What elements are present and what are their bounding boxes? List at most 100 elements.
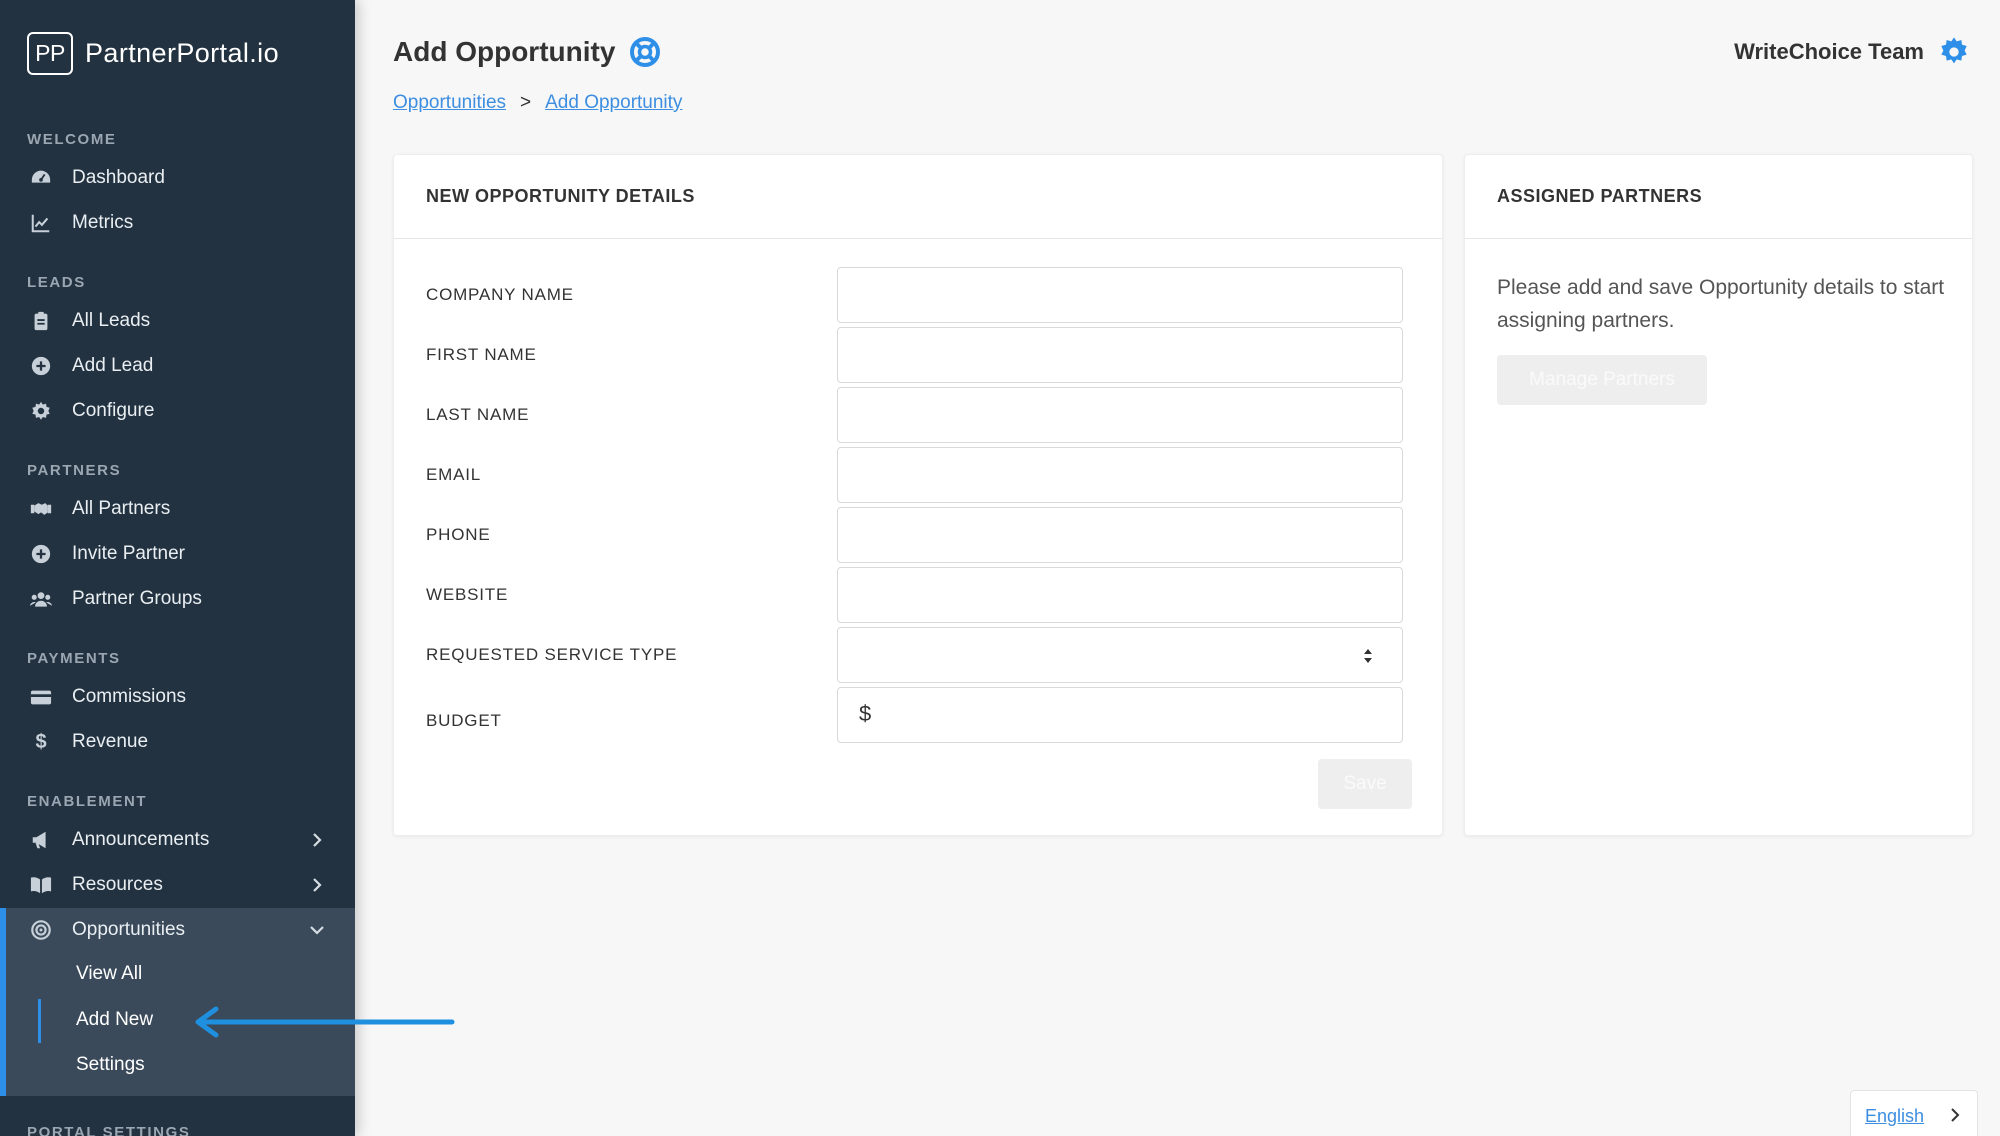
sidebar-item-add-lead[interactable]: Add Lead <box>0 344 355 388</box>
company-name-label: COMPANY NAME <box>426 285 574 304</box>
phone-input[interactable] <box>837 507 1403 563</box>
sidebar-item-label: All Partners <box>72 498 171 519</box>
sidebar-item-all-leads[interactable]: All Leads <box>0 299 355 343</box>
sidebar-item-partner-groups[interactable]: Partner Groups <box>0 577 355 621</box>
chevron-right-icon <box>1947 1107 1963 1123</box>
sidebar-item-label: Opportunities <box>72 919 186 940</box>
budget-row: BUDGET $ <box>426 687 1416 743</box>
phone-label: PHONE <box>426 525 491 544</box>
email-label: EMAIL <box>426 465 482 484</box>
section-label-leads: LEADS <box>27 274 86 291</box>
first-name-row: FIRST NAME <box>426 327 1416 383</box>
plus-circle-icon <box>30 355 52 377</box>
clipboard-icon <box>30 310 52 332</box>
card-title: NEW OPPORTUNITY DETAILS <box>394 155 1442 239</box>
handshake-icon <box>30 498 52 520</box>
sidebar-item-label: All Leads <box>72 310 151 331</box>
settings-gear-icon[interactable] <box>1938 36 1970 68</box>
gear-icon <box>30 400 52 422</box>
company-name-input[interactable] <box>837 267 1403 323</box>
sidebar-item-resources[interactable]: Resources <box>0 863 355 907</box>
website-row: WEBSITE <box>426 567 1416 623</box>
credit-card-icon <box>30 686 52 708</box>
sidebar-item-label: Revenue <box>72 731 149 752</box>
page-title: Add Opportunity <box>393 36 661 68</box>
sidebar-item-metrics[interactable]: Metrics <box>0 201 355 245</box>
assigned-partners-card: ASSIGNED PARTNERS Please add and save Op… <box>1464 154 1973 836</box>
sidebar-item-label: Commissions <box>72 686 187 707</box>
last-name-input[interactable] <box>837 387 1403 443</box>
language-link[interactable]: English <box>1865 1106 1924 1127</box>
breadcrumb-opportunities-link[interactable]: Opportunities <box>393 92 506 114</box>
sidebar-subitem-view-all[interactable]: View All <box>76 963 142 985</box>
chevron-right-icon <box>307 830 327 850</box>
section-label-enablement: ENABLEMENT <box>27 793 148 810</box>
section-label-payments: PAYMENTS <box>27 650 121 667</box>
annotation-arrow <box>195 1006 455 1038</box>
team-name: WriteChoice Team <box>1734 39 1924 64</box>
language-selector[interactable]: English <box>1850 1090 1978 1136</box>
company-name-row: COMPANY NAME <box>426 267 1416 323</box>
sidebar-item-dashboard[interactable]: Dashboard <box>0 156 355 200</box>
sidebar-item-label: Configure <box>72 400 155 421</box>
section-label-partners: PARTNERS <box>27 462 122 479</box>
sidebar-item-opportunities[interactable]: Opportunities <box>0 908 355 952</box>
sidebar-subitem-settings[interactable]: Settings <box>76 1054 145 1076</box>
sidebar-subitem-add-new[interactable]: Add New <box>76 1009 153 1031</box>
brand[interactable]: PP PartnerPortal.io <box>27 32 279 75</box>
dollar-icon: $ <box>35 730 47 753</box>
assigned-partners-message: Please add and save Opportunity details … <box>1497 276 1945 332</box>
team-menu[interactable]: WriteChoice Team <box>1734 36 1970 68</box>
plus-circle-icon <box>30 543 52 565</box>
email-input[interactable] <box>837 447 1403 503</box>
website-input[interactable] <box>837 567 1403 623</box>
sidebar-item-revenue[interactable]: $ Revenue <box>0 720 355 764</box>
budget-field: $ <box>837 687 1403 743</box>
budget-label: BUDGET <box>426 711 502 730</box>
sidebar-item-invite-partner[interactable]: Invite Partner <box>0 532 355 576</box>
sidebar-item-announcements[interactable]: Announcements <box>0 818 355 862</box>
dashboard-gauge-icon <box>30 167 52 189</box>
phone-row: PHONE <box>426 507 1416 563</box>
section-label-portal-settings: PORTAL SETTINGS <box>27 1124 191 1136</box>
service-type-select[interactable] <box>837 627 1403 683</box>
website-label: WEBSITE <box>426 585 509 604</box>
last-name-label: LAST NAME <box>426 405 530 424</box>
sidebar-item-all-partners[interactable]: All Partners <box>0 487 355 531</box>
section-label-welcome: WELCOME <box>27 131 117 148</box>
sidebar-item-label: Invite Partner <box>72 543 185 564</box>
last-name-row: LAST NAME <box>426 387 1416 443</box>
chevron-right-icon <box>307 875 327 895</box>
users-icon <box>30 588 52 610</box>
sidebar-item-commissions[interactable]: Commissions <box>0 675 355 719</box>
sidebar-item-label: Resources <box>72 874 163 895</box>
sidebar-item-label: Dashboard <box>72 167 165 188</box>
service-type-row: REQUESTED SERVICE TYPE <box>426 627 1416 683</box>
sidebar-item-configure[interactable]: Configure <box>0 389 355 433</box>
line-chart-icon <box>30 212 52 234</box>
brand-name: PartnerPortal.io <box>85 38 279 68</box>
service-type-label: REQUESTED SERVICE TYPE <box>426 645 678 664</box>
first-name-input[interactable] <box>837 327 1403 383</box>
chevron-down-icon <box>307 920 327 940</box>
select-sort-icon <box>1362 646 1374 666</box>
card-title: ASSIGNED PARTNERS <box>1465 155 1972 239</box>
breadcrumb-add-opportunity-link[interactable]: Add Opportunity <box>545 92 682 114</box>
brand-logo: PP <box>27 32 73 75</box>
sidebar-item-label: Add Lead <box>72 355 154 376</box>
breadcrumb-separator: > <box>520 92 532 113</box>
manage-partners-button[interactable]: Manage Partners <box>1497 355 1707 405</box>
currency-symbol: $ <box>859 701 872 726</box>
book-icon <box>30 874 52 896</box>
new-opportunity-card: NEW OPPORTUNITY DETAILS COMPANY NAME FIR… <box>393 154 1443 836</box>
first-name-label: FIRST NAME <box>426 345 537 364</box>
target-icon <box>30 919 52 941</box>
budget-input[interactable] <box>837 687 1403 743</box>
save-button[interactable]: Save <box>1318 759 1412 809</box>
active-subitem-indicator <box>38 999 41 1043</box>
page-title-text: Add Opportunity <box>393 36 616 67</box>
sidebar: PP PartnerPortal.io WELCOME Dashboard Me… <box>0 0 355 1136</box>
breadcrumb: Opportunities > Add Opportunity <box>393 92 682 114</box>
lifebuoy-help-icon[interactable] <box>629 36 661 68</box>
sidebar-item-label: Metrics <box>72 212 134 233</box>
